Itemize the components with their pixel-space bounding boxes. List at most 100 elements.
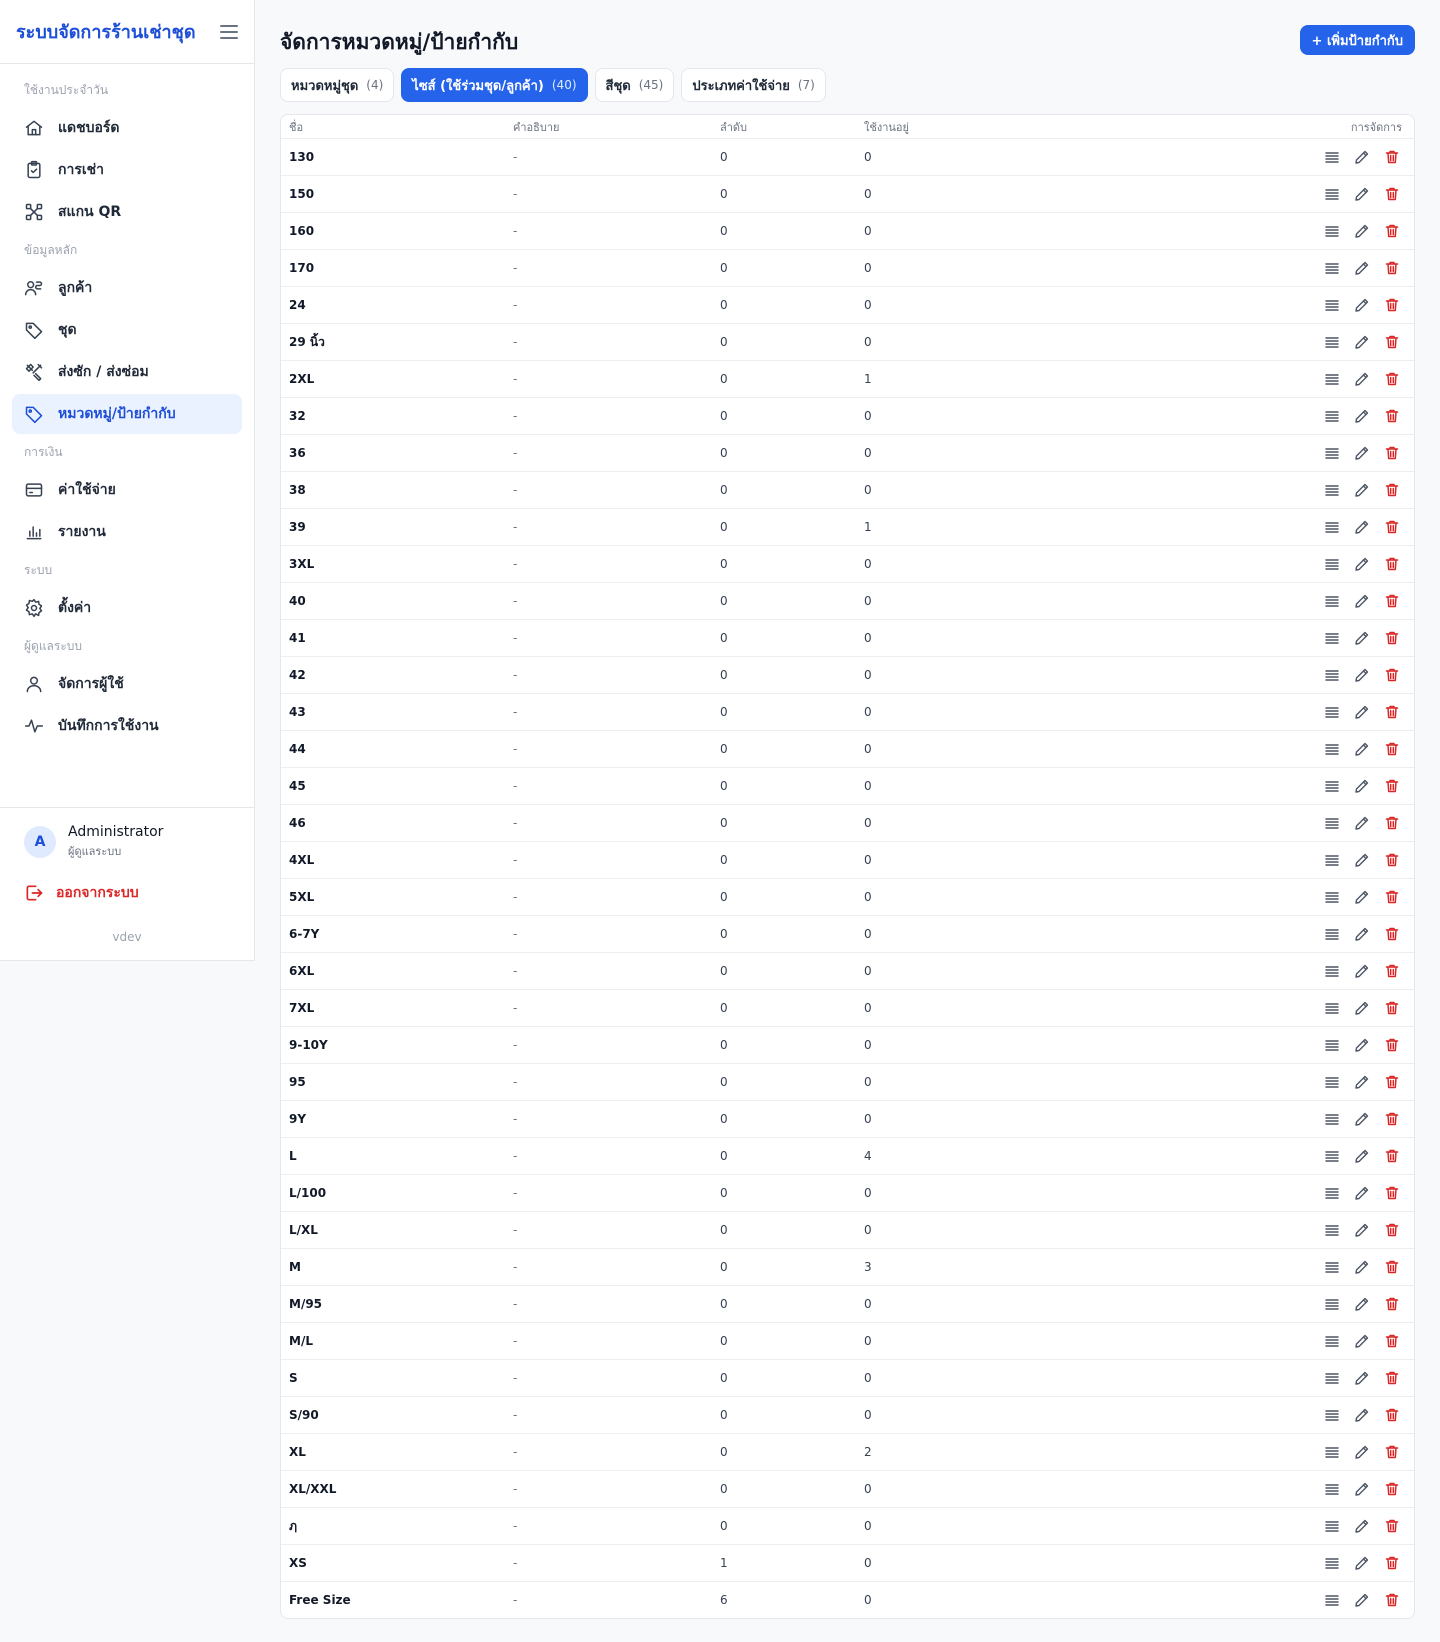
drag-handle-icon[interactable] [1322,221,1342,241]
sidebar-item[interactable]: การเช่า [12,150,242,190]
drag-handle-icon[interactable] [1322,591,1342,611]
drag-handle-icon[interactable] [1322,1368,1342,1388]
tab[interactable]: สีชุด (45) [594,68,675,102]
edit-icon[interactable] [1352,1035,1372,1055]
edit-icon[interactable] [1352,591,1372,611]
drag-handle-icon[interactable] [1322,813,1342,833]
drag-handle-icon[interactable] [1322,776,1342,796]
drag-handle-icon[interactable] [1322,1109,1342,1129]
sidebar-item[interactable]: รายงาน [12,512,242,552]
drag-handle-icon[interactable] [1322,369,1342,389]
edit-icon[interactable] [1352,702,1372,722]
edit-icon[interactable] [1352,406,1372,426]
trash-icon[interactable] [1382,665,1402,685]
drag-handle-icon[interactable] [1322,998,1342,1018]
trash-icon[interactable] [1382,480,1402,500]
edit-icon[interactable] [1352,480,1372,500]
edit-icon[interactable] [1352,1516,1372,1536]
edit-icon[interactable] [1352,1590,1372,1610]
drag-handle-icon[interactable] [1322,665,1342,685]
drag-handle-icon[interactable] [1322,850,1342,870]
edit-icon[interactable] [1352,887,1372,907]
edit-icon[interactable] [1352,813,1372,833]
edit-icon[interactable] [1352,776,1372,796]
edit-icon[interactable] [1352,147,1372,167]
sidebar-item[interactable]: แดชบอร์ด [12,108,242,148]
trash-icon[interactable] [1382,1035,1402,1055]
edit-icon[interactable] [1352,1479,1372,1499]
drag-handle-icon[interactable] [1322,517,1342,537]
trash-icon[interactable] [1382,887,1402,907]
sidebar-item[interactable]: สแกน QR [12,192,242,232]
edit-icon[interactable] [1352,332,1372,352]
trash-icon[interactable] [1382,813,1402,833]
edit-icon[interactable] [1352,961,1372,981]
drag-handle-icon[interactable] [1322,1035,1342,1055]
drag-handle-icon[interactable] [1322,1405,1342,1425]
drag-handle-icon[interactable] [1322,147,1342,167]
drag-handle-icon[interactable] [1322,924,1342,944]
drag-handle-icon[interactable] [1322,1257,1342,1277]
tab[interactable]: ไซส์ (ใช้ร่วมชุด/ลูกค้า) (40) [401,68,588,102]
trash-icon[interactable] [1382,1553,1402,1573]
trash-icon[interactable] [1382,369,1402,389]
add-tag-button[interactable]: + เพิ่มป้ายกำกับ [1299,25,1415,55]
sidebar-item[interactable]: หมวดหมู่/ป้ายกำกับ [12,394,242,434]
sidebar-item[interactable]: ค่าใช้จ่าย [12,470,242,510]
drag-handle-icon[interactable] [1322,1294,1342,1314]
trash-icon[interactable] [1382,1516,1402,1536]
drag-handle-icon[interactable] [1322,739,1342,759]
trash-icon[interactable] [1382,443,1402,463]
drag-handle-icon[interactable] [1322,258,1342,278]
trash-icon[interactable] [1382,406,1402,426]
drag-handle-icon[interactable] [1322,961,1342,981]
edit-icon[interactable] [1352,998,1372,1018]
edit-icon[interactable] [1352,628,1372,648]
edit-icon[interactable] [1352,517,1372,537]
trash-icon[interactable] [1382,1368,1402,1388]
trash-icon[interactable] [1382,850,1402,870]
sidebar-item[interactable]: ส่งซัก / ส่งซ่อม [12,352,242,392]
edit-icon[interactable] [1352,1183,1372,1203]
trash-icon[interactable] [1382,184,1402,204]
trash-icon[interactable] [1382,961,1402,981]
sidebar-item[interactable]: จัดการผู้ใช้ [12,664,242,704]
sidebar-item[interactable]: บันทึกการใช้งาน [12,706,242,746]
drag-handle-icon[interactable] [1322,1331,1342,1351]
drag-handle-icon[interactable] [1322,1479,1342,1499]
trash-icon[interactable] [1382,1146,1402,1166]
drag-handle-icon[interactable] [1322,480,1342,500]
menu-toggle-icon[interactable] [220,24,238,39]
drag-handle-icon[interactable] [1322,332,1342,352]
edit-icon[interactable] [1352,1368,1372,1388]
edit-icon[interactable] [1352,1405,1372,1425]
edit-icon[interactable] [1352,258,1372,278]
edit-icon[interactable] [1352,665,1372,685]
edit-icon[interactable] [1352,554,1372,574]
edit-icon[interactable] [1352,1294,1372,1314]
drag-handle-icon[interactable] [1322,702,1342,722]
trash-icon[interactable] [1382,332,1402,352]
trash-icon[interactable] [1382,1257,1402,1277]
trash-icon[interactable] [1382,1590,1402,1610]
edit-icon[interactable] [1352,369,1372,389]
edit-icon[interactable] [1352,850,1372,870]
edit-icon[interactable] [1352,1072,1372,1092]
trash-icon[interactable] [1382,554,1402,574]
trash-icon[interactable] [1382,1072,1402,1092]
trash-icon[interactable] [1382,739,1402,759]
drag-handle-icon[interactable] [1322,887,1342,907]
trash-icon[interactable] [1382,702,1402,722]
brand-title[interactable]: ระบบจัดการร้านเช่าชุด [16,17,196,46]
trash-icon[interactable] [1382,924,1402,944]
edit-icon[interactable] [1352,295,1372,315]
drag-handle-icon[interactable] [1322,1183,1342,1203]
trash-icon[interactable] [1382,517,1402,537]
trash-icon[interactable] [1382,1331,1402,1351]
drag-handle-icon[interactable] [1322,1146,1342,1166]
drag-handle-icon[interactable] [1322,443,1342,463]
edit-icon[interactable] [1352,1553,1372,1573]
profile-row[interactable]: A Administrator ผู้ดูแลระบบ [24,824,230,860]
edit-icon[interactable] [1352,443,1372,463]
edit-icon[interactable] [1352,1220,1372,1240]
